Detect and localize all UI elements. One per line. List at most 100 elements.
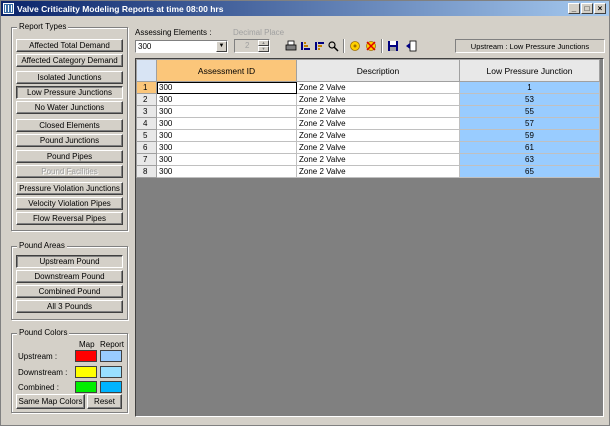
low-pressure-junction-cell[interactable]: 1 [459,81,600,94]
description-cell[interactable]: Zone 2 Valve [296,105,460,118]
description-cell[interactable]: Zone 2 Valve [296,141,460,154]
sort-ascending-icon[interactable] [299,40,311,52]
pound-area-all-3-pounds-button[interactable]: All 3 Pounds [16,300,123,313]
report-types-label: Report Types [17,22,69,31]
description-cell[interactable]: Zone 2 Valve [296,165,460,178]
description-cell[interactable]: Zone 2 Valve [296,117,460,130]
title-bar[interactable]: Valve Criticality Modeling Reports at ti… [1,1,609,16]
row-number[interactable]: 1 [136,81,157,94]
description-cell[interactable]: Zone 2 Valve [296,129,460,142]
pound-area-combined-pound-button[interactable]: Combined Pound [16,285,123,298]
report-type-velocity-violation-pipes-button[interactable]: Velocity Violation Pipes [16,197,123,210]
decimal-place-value: 2 [245,41,250,50]
downstream-map-color-swatch[interactable] [75,366,97,378]
find-icon[interactable] [327,40,339,52]
table-row[interactable]: 4 300 Zone 2 Valve 57 [136,117,600,130]
combined-color-label: Combined : [18,383,59,392]
assessment-id-cell[interactable]: 300 [156,129,297,142]
report-type-pound-facilities-button: Pound Facilities [16,165,123,178]
minimize-button[interactable]: _ [568,3,580,14]
report-type-pressure-violation-junctions-button[interactable]: Pressure Violation Junctions [16,182,123,195]
toolbar-separator [343,39,345,53]
app-icon [3,3,14,14]
row-number[interactable]: 2 [136,93,157,106]
table-row[interactable]: 6 300 Zone 2 Valve 61 [136,141,600,154]
table-row[interactable]: 5 300 Zone 2 Valve 59 [136,129,600,142]
row-number[interactable]: 8 [136,165,157,178]
report-type-closed-elements-button[interactable]: Closed Elements [16,119,123,132]
table-row[interactable]: 3 300 Zone 2 Valve 55 [136,105,600,118]
assessment-id-cell[interactable]: 300 [156,81,297,94]
save-icon[interactable] [387,40,399,52]
report-type-flow-reversal-pipes-button[interactable]: Flow Reversal Pipes [16,212,123,225]
highlight-icon[interactable] [349,40,361,52]
decimal-place-stepper[interactable]: 2 ▲ ▼ [234,39,270,53]
downstream-report-color-swatch[interactable] [100,366,122,378]
table-row[interactable]: 7 300 Zone 2 Valve 63 [136,153,600,166]
report-type-pound-pipes-button[interactable]: Pound Pipes [16,150,123,163]
assessment-id-cell[interactable]: 300 [156,105,297,118]
report-type-affected-total-demand-button[interactable]: Affected Total Demand [16,39,123,52]
low-pressure-junction-cell[interactable]: 65 [459,165,600,178]
reset-button[interactable]: Reset [87,394,122,409]
low-pressure-junction-cell[interactable]: 61 [459,141,600,154]
combined-map-color-swatch[interactable] [75,381,97,393]
chevron-down-icon[interactable]: ▼ [216,41,227,52]
table-row[interactable]: 2 300 Zone 2 Valve 53 [136,93,600,106]
sort-descending-icon[interactable] [313,40,325,52]
column-header-description[interactable]: Description [296,59,460,82]
low-pressure-junction-cell[interactable]: 59 [459,129,600,142]
maximize-button[interactable]: □ [581,3,593,14]
upstream-color-label: Upstream : [18,352,58,361]
close-button[interactable]: × [594,3,606,14]
description-cell[interactable]: Zone 2 Valve [296,81,460,94]
row-number[interactable]: 3 [136,105,157,118]
row-number[interactable]: 7 [136,153,157,166]
assessment-id-cell[interactable]: 300 [156,153,297,166]
exit-icon[interactable] [405,40,417,52]
column-header-assessment-id[interactable]: Assessment ID [156,59,297,82]
assessing-elements-value: 300 [138,42,152,51]
table-row[interactable]: 1 300 Zone 2 Valve 1 [136,81,600,94]
assessment-id-cell[interactable]: 300 [156,165,297,178]
same-map-colors-button[interactable]: Same Map Colors [16,394,85,409]
row-number[interactable]: 6 [136,141,157,154]
upstream-report-color-swatch[interactable] [100,350,122,362]
row-number[interactable]: 5 [136,129,157,142]
decimal-place-label: Decimal Place [233,28,285,37]
pound-areas-label: Pound Areas [17,241,67,250]
clear-icon[interactable] [365,40,377,52]
downstream-color-label: Downstream : [18,368,68,377]
grid-corner[interactable] [136,59,157,82]
low-pressure-junction-cell[interactable]: 57 [459,117,600,130]
low-pressure-junction-cell[interactable]: 63 [459,153,600,166]
report-type-pound-junctions-button[interactable]: Pound Junctions [16,134,123,147]
pound-area-upstream-pound-button[interactable]: Upstream Pound [16,255,123,268]
low-pressure-junction-cell[interactable]: 55 [459,105,600,118]
report-type-isolated-junctions-button[interactable]: Isolated Junctions [16,71,123,84]
assessing-elements-select[interactable]: 300 ▼ [135,40,228,53]
pound-area-downstream-pound-button[interactable]: Downstream Pound [16,270,123,283]
report-grid[interactable]: Assessment ID Description Low Pressure J… [135,58,604,417]
assessment-id-cell[interactable]: 300 [156,93,297,106]
report-type-low-pressure-junctions-button[interactable]: Low Pressure Junctions [16,86,123,99]
row-number[interactable]: 4 [136,117,157,130]
assessing-elements-label: Assessing Elements : [135,28,212,37]
upstream-map-color-swatch[interactable] [75,350,97,362]
print-icon[interactable] [285,40,297,52]
description-cell[interactable]: Zone 2 Valve [296,93,460,106]
report-column-label: Report [100,340,125,349]
low-pressure-junction-cell[interactable]: 53 [459,93,600,106]
assessment-id-cell[interactable]: 300 [156,117,297,130]
combined-report-color-swatch[interactable] [100,381,122,393]
description-cell[interactable]: Zone 2 Valve [296,153,460,166]
report-type-affected-category-demand-button[interactable]: Affected Category Demand [16,54,123,67]
table-row[interactable]: 8 300 Zone 2 Valve 65 [136,165,600,178]
stepper-down-icon[interactable]: ▼ [258,46,269,52]
pound-colors-label: Pound Colors [17,328,70,337]
window-title: Valve Criticality Modeling Reports at ti… [17,3,224,14]
map-column-label: Map [79,340,95,349]
column-header-low-pressure-junction[interactable]: Low Pressure Junction [459,59,600,82]
report-type-no-water-junctions-button[interactable]: No Water Junctions [16,101,123,114]
assessment-id-cell[interactable]: 300 [156,141,297,154]
